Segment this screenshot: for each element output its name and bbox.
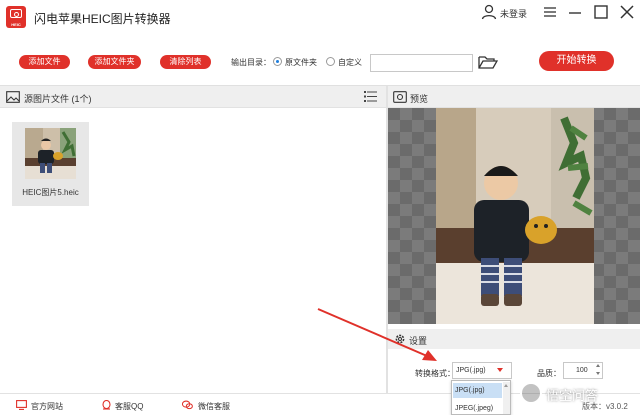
format-option-jpg[interactable]: JPG(.jpg)	[453, 383, 502, 398]
chevron-down-icon[interactable]	[497, 368, 503, 372]
file-list-title: 源图片文件 (1个)	[24, 94, 92, 104]
file-item[interactable]: HEIC图片5.heic	[12, 122, 89, 206]
format-option-jpeg[interactable]: JPEG(.jpeg)	[453, 401, 502, 415]
preview-header: 预览	[388, 86, 640, 108]
logo-tag: HEIC	[11, 22, 21, 27]
login-status[interactable]: 未登录	[500, 7, 527, 20]
menu-icon[interactable]	[541, 4, 559, 20]
app-title: 闪电苹果HEIC图片转换器	[34, 12, 171, 26]
file-thumbnail	[25, 128, 76, 179]
quality-label: 品质：	[537, 369, 561, 378]
output-dir-label: 输出目录：	[231, 58, 271, 67]
clear-list-button[interactable]: 清除列表	[160, 55, 211, 69]
image-icon	[6, 91, 20, 103]
wechat-support-link[interactable]: 微信客服	[198, 401, 230, 412]
format-label: 转换格式：	[415, 369, 455, 378]
spin-down-icon[interactable]	[596, 372, 600, 375]
camera-icon	[10, 9, 22, 18]
add-file-button[interactable]: 添加文件	[19, 55, 70, 69]
close-icon[interactable]	[618, 4, 636, 20]
toolbar: 添加文件 添加文件夹 清除列表 输出目录： 原文件夹 自定义 开始转换	[0, 38, 640, 86]
format-dropdown-list: JPG(.jpg) JPEG(.jpeg)	[451, 380, 511, 415]
gear-icon	[395, 334, 405, 344]
app-logo: HEIC	[6, 6, 26, 28]
start-convert-button[interactable]: 开始转换	[539, 51, 614, 71]
list-view-icon[interactable]	[364, 90, 377, 103]
qq-icon[interactable]	[101, 400, 112, 410]
format-select[interactable]: JPG(.jpg)	[452, 362, 512, 379]
preview-title: 预览	[410, 94, 429, 104]
output-path-input[interactable]	[370, 54, 473, 72]
radio-custom-label[interactable]: 自定义	[338, 57, 362, 68]
add-folder-button[interactable]: 添加文件夹	[88, 55, 141, 69]
wechat-icon[interactable]	[182, 400, 193, 410]
watermark: 悟空问答	[520, 380, 632, 406]
file-name: HEIC图片5.heic	[22, 188, 79, 197]
minimize-icon[interactable]	[566, 4, 584, 20]
user-icon[interactable]	[481, 4, 497, 20]
preview-image	[436, 108, 594, 324]
folder-open-icon[interactable]	[478, 54, 498, 70]
radio-custom-folder[interactable]	[326, 57, 335, 66]
watermark-logo-icon	[520, 382, 542, 404]
settings-title: 设置	[409, 336, 428, 346]
dropdown-scrollbar[interactable]	[503, 382, 510, 414]
settings-header: 设置	[388, 329, 640, 349]
file-list-header: 源图片文件 (1个)	[0, 86, 386, 108]
website-link[interactable]: 官方网站	[31, 401, 63, 412]
monitor-icon[interactable]	[16, 400, 27, 410]
title-bar: HEIC 闪电苹果HEIC图片转换器 未登录	[0, 0, 640, 38]
radio-original-label[interactable]: 原文件夹	[285, 57, 317, 68]
qq-support-link[interactable]: 客服QQ	[115, 401, 143, 412]
radio-original-folder[interactable]	[273, 57, 282, 66]
preview-icon	[393, 91, 407, 103]
file-list: HEIC图片5.heic	[0, 108, 386, 393]
maximize-icon[interactable]	[592, 4, 610, 20]
watermark-text: 悟空问答	[546, 388, 599, 403]
spin-up-icon[interactable]	[596, 364, 600, 367]
